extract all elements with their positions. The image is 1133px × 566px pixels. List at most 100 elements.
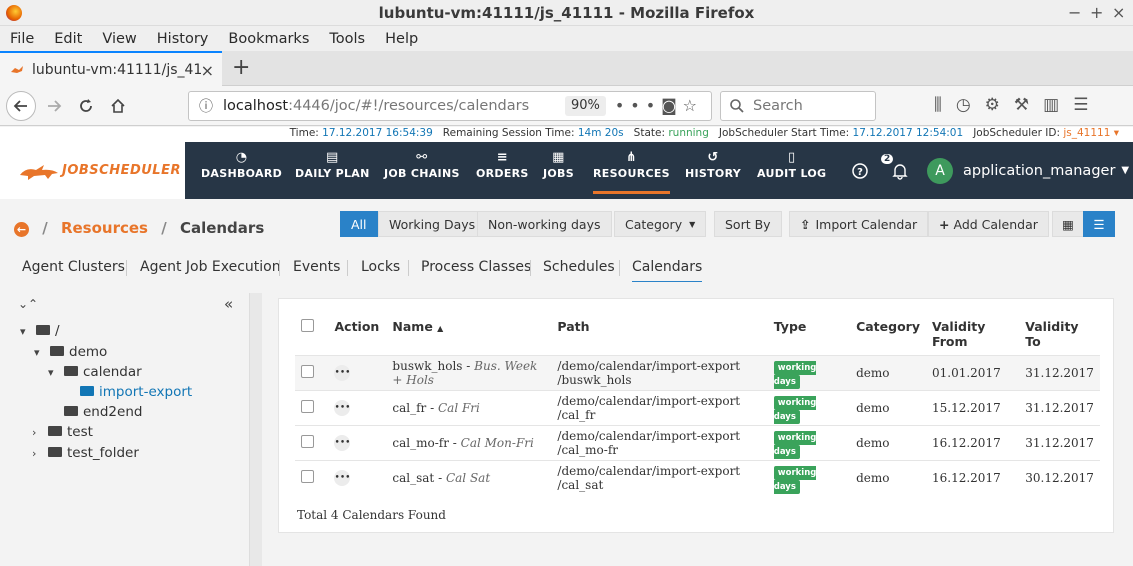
forward-button[interactable] xyxy=(40,92,68,120)
back-button[interactable] xyxy=(6,91,36,121)
tree-label: demo xyxy=(69,344,108,360)
grid-view-button[interactable]: ▦ xyxy=(1052,211,1084,237)
row-action-menu-icon[interactable]: ••• xyxy=(334,435,351,451)
search-bar[interactable]: Search xyxy=(720,91,876,121)
state-label: State: xyxy=(633,127,665,139)
toolbar-icons: ⫼◷⚙⚒▥☰ xyxy=(934,95,1102,115)
user-menu[interactable]: A application_manager ▼ xyxy=(927,142,1129,199)
list-view-button[interactable]: ☰ xyxy=(1083,211,1115,237)
tab-locks[interactable]: Locks xyxy=(361,259,400,275)
col-name[interactable]: Name ▲ xyxy=(386,313,551,355)
scheduler-id-dropdown[interactable]: js_41111 ▾ xyxy=(1063,127,1119,139)
zoom-indicator[interactable]: 90% xyxy=(565,96,606,116)
select-all-checkbox[interactable] xyxy=(301,319,314,332)
tree-node-test-folder[interactable]: › test_folder xyxy=(32,445,139,461)
row-checkbox[interactable] xyxy=(301,469,314,483)
nav-orders[interactable]: ≡ ORDERS xyxy=(476,150,529,180)
library-icon[interactable]: ⫼ xyxy=(934,95,956,115)
history-clock-icon[interactable]: ◷ xyxy=(956,95,985,115)
maximize-button[interactable]: + xyxy=(1090,3,1103,22)
menu-history[interactable]: History xyxy=(157,31,209,47)
col-path: Path xyxy=(557,319,590,334)
calendar-name[interactable]: buswk_hols xyxy=(392,359,462,373)
sidebar-icon[interactable]: ▥ xyxy=(1043,95,1073,115)
table-row[interactable]: ••• buswk_hols - Bus. Week + Hols /demo/… xyxy=(295,354,1100,390)
collapse-panel-icon[interactable]: « xyxy=(224,295,233,313)
expand-all-icon[interactable]: ⌄⌃ xyxy=(18,297,38,311)
nav-jobs[interactable]: ▦ JOBS xyxy=(543,150,574,180)
menu-file[interactable]: File xyxy=(10,31,34,47)
tree-node-root[interactable]: ▾ / xyxy=(20,323,60,339)
folder-open-icon xyxy=(36,325,50,335)
tree-node-demo[interactable]: ▾ demo xyxy=(34,344,107,360)
calendar-name[interactable]: cal_mo-fr xyxy=(392,436,449,450)
menu-view[interactable]: View xyxy=(102,31,136,47)
tree-node-test[interactable]: › test xyxy=(32,424,93,440)
nav-resources[interactable]: ⋔ RESOURCES xyxy=(593,150,670,194)
row-action-menu-icon[interactable]: ••• xyxy=(334,400,351,416)
row-action-menu-icon[interactable]: ••• xyxy=(334,365,351,381)
filter-nonworking-days-button[interactable]: Non-working days xyxy=(477,211,612,237)
filter-all-button[interactable]: All xyxy=(340,211,378,237)
panel-splitter[interactable] xyxy=(249,293,262,566)
pocket-icon[interactable]: ◙ xyxy=(661,96,683,115)
row-checkbox[interactable] xyxy=(301,364,314,378)
tree-node-end2end[interactable]: end2end xyxy=(64,404,142,420)
add-calendar-button[interactable]: + Add Calendar xyxy=(928,211,1049,237)
notifications-bell-icon[interactable]: 2 xyxy=(881,142,909,199)
row-checkbox[interactable] xyxy=(301,434,314,448)
home-button[interactable] xyxy=(104,92,132,120)
sort-by-button[interactable]: Sort By xyxy=(714,211,782,237)
browser-tab[interactable]: lubuntu-vm:41111/js_41 × xyxy=(0,51,222,86)
tab-schedules[interactable]: Schedules xyxy=(543,259,615,275)
hamburger-menu-icon[interactable]: ☰ xyxy=(1073,95,1102,115)
tree-node-calendar[interactable]: ▾ calendar xyxy=(48,364,142,380)
url-bar[interactable]: ⓘ localhost:4446/joc/#!/resources/calend… xyxy=(188,91,712,121)
tree-node-import-export[interactable]: import-export xyxy=(80,384,192,400)
page-actions[interactable]: •••◙☆ xyxy=(615,96,703,115)
calendar-name[interactable]: cal_sat xyxy=(392,471,434,485)
calendar-name[interactable]: cal_fr xyxy=(392,401,426,415)
filter-working-days-button[interactable]: Working Days xyxy=(378,211,487,237)
menu-edit[interactable]: Edit xyxy=(54,31,82,47)
tab-agent-clusters[interactable]: Agent Clusters xyxy=(22,259,125,275)
nav-label: HISTORY xyxy=(685,167,742,180)
site-info-icon[interactable]: ⓘ xyxy=(199,96,213,116)
tab-close-icon[interactable]: × xyxy=(201,61,214,80)
table-row[interactable]: ••• cal_fr - Cal Fri /demo/calendar/impo… xyxy=(295,389,1100,425)
minimize-button[interactable]: − xyxy=(1068,3,1081,22)
tab-process-classes[interactable]: Process Classes xyxy=(421,259,531,275)
nav-history[interactable]: ↺ HISTORY xyxy=(685,150,741,180)
menu-help[interactable]: Help xyxy=(385,31,418,47)
back-circle-icon[interactable]: ← xyxy=(14,222,29,237)
start-label: JobScheduler Start Time: xyxy=(718,127,850,139)
table-row[interactable]: ••• cal_mo-fr - Cal Mon-Fri /demo/calend… xyxy=(295,424,1100,460)
row-checkbox[interactable] xyxy=(301,399,314,413)
nav-audit-log[interactable]: ▯ AUDIT LOG xyxy=(757,150,826,180)
row-action-menu-icon[interactable]: ••• xyxy=(334,470,351,486)
help-icon[interactable]: ? xyxy=(852,142,868,199)
wrench-icon[interactable]: ⚒ xyxy=(1014,95,1043,115)
jobscheduler-logo[interactable]: JOBSCHEDULER xyxy=(0,142,185,199)
tab-agent-job-execution[interactable]: Agent Job Execution xyxy=(140,259,281,275)
category-dropdown[interactable]: Category ▼ xyxy=(614,211,707,237)
reload-button[interactable] xyxy=(72,92,100,120)
menu-bookmarks[interactable]: Bookmarks xyxy=(228,31,309,47)
new-tab-button[interactable]: + xyxy=(232,55,250,80)
import-calendar-button[interactable]: ⇪ Import Calendar xyxy=(789,211,929,237)
table-row[interactable]: ••• cal_sat - Cal Sat /demo/calendar/imp… xyxy=(295,459,1100,495)
tab-calendars[interactable]: Calendars xyxy=(632,259,703,282)
menu-tools[interactable]: Tools xyxy=(329,31,365,47)
breadcrumb-resources[interactable]: Resources xyxy=(61,219,148,237)
folder-icon xyxy=(48,426,62,436)
tab-events[interactable]: Events xyxy=(293,259,340,275)
bookmark-star-icon[interactable]: ☆ xyxy=(683,96,703,115)
calendar-category: demo xyxy=(850,424,926,460)
settings-gear-icon[interactable]: ⚙ xyxy=(985,95,1014,115)
nav-label: JOBS xyxy=(543,167,574,180)
nav-daily-plan[interactable]: ▤ DAILY PLAN xyxy=(295,150,370,180)
tab-divider xyxy=(619,260,620,276)
close-window-button[interactable]: × xyxy=(1112,3,1125,22)
nav-job-chains[interactable]: ⚯ JOB CHAINS xyxy=(384,150,460,180)
nav-dashboard[interactable]: ◔ DASHBOARD xyxy=(201,150,282,180)
